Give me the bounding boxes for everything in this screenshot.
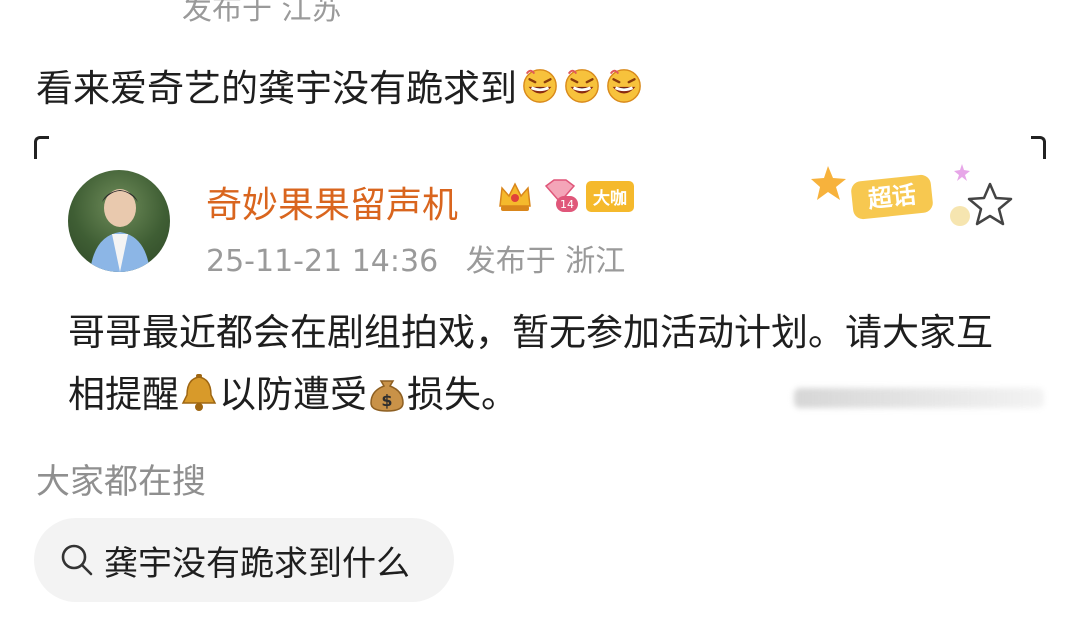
money-bag-emoji-icon: $ (370, 380, 404, 412)
crown-icon (499, 182, 531, 211)
svg-text:$: $ (381, 391, 392, 410)
quoted-time: 25-11-21 14:36 (206, 244, 439, 279)
quoted-timestamp-location: 25-11-21 14:36 发布于 浙江 (206, 236, 625, 280)
blurred-watermark (794, 388, 1044, 408)
avatar[interactable] (68, 170, 170, 272)
laughing-emoji-icon (523, 69, 557, 103)
quoted-body-text-2: 以防遭受 (219, 373, 367, 416)
quoted-username[interactable]: 奇妙果果留声机 (206, 176, 458, 228)
chaohua-badge-icon[interactable]: 超话 (810, 156, 980, 236)
bell-emoji-icon (181, 374, 217, 411)
post-text: 看来爱奇艺的龚宇没有跪求到 (36, 67, 517, 110)
search-chip-text: 龚宇没有跪求到什么 (104, 543, 410, 584)
quoted-post-card[interactable]: 奇妙果果留声机 14 大咖 25-11-21 14:36 发布于 浙江 超话 哥… (34, 136, 1046, 436)
avatar-figure (90, 189, 150, 272)
user-badges: 14 大咖 (496, 178, 634, 214)
search-icon (61, 544, 93, 576)
vip-badge: 大咖 (586, 180, 634, 212)
trending-search-title: 大家都在搜 (36, 462, 206, 502)
post-meta-location: 发布于 江苏 (182, 0, 342, 27)
laughing-emoji-icon (565, 69, 599, 103)
diamond-level-icon: 14 (544, 179, 578, 212)
post-content: 看来爱奇艺的龚宇没有跪求到 (36, 58, 643, 112)
quoted-location: 发布于 浙江 (465, 244, 626, 279)
card-corner-decoration (34, 136, 49, 159)
quoted-body-text-3: 损失。 (407, 373, 518, 416)
star-outline-icon[interactable] (966, 180, 1014, 228)
svg-text:14: 14 (560, 198, 574, 211)
laughing-emoji-icon (607, 69, 641, 103)
card-corner-decoration (1031, 136, 1046, 159)
trending-search-chip[interactable]: 龚宇没有跪求到什么 (34, 518, 454, 602)
